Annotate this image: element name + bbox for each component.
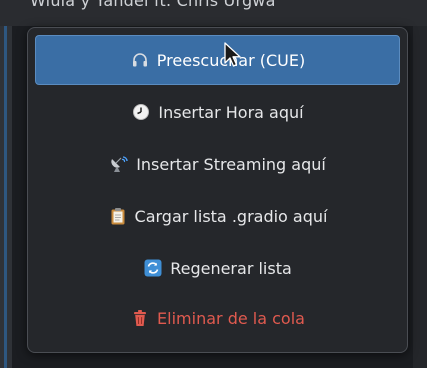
menu-item-label: Preescuchar (CUE) [156,50,306,70]
background-right-edge [413,26,427,368]
clipboard-icon [108,206,128,226]
headphones-icon [130,50,150,70]
menu-item-regenerate-list[interactable]: Regenerar lista [35,243,400,293]
menu-item-load-gradio-list[interactable]: Cargar lista .gradio aquí [35,191,400,241]
clock-icon [131,102,151,122]
refresh-icon [143,258,163,278]
menu-item-label: Eliminar de la cola [157,308,305,328]
background-window-header: Wiuia y Yandel ft. Chris Urgwa [0,0,427,26]
menu-item-label: Regenerar lista [170,258,292,278]
satellite-antenna-icon [109,154,129,174]
menu-item-insert-streaming[interactable]: Insertar Streaming aquí [35,139,400,189]
menu-item-label: Cargar lista .gradio aquí [134,206,328,226]
menu-item-insert-time[interactable]: Insertar Hora aquí [35,87,400,137]
background-left-edge [0,26,12,368]
menu-item-preview-cue[interactable]: Preescuchar (CUE) [35,35,400,85]
menu-item-label: Insertar Hora aquí [158,102,304,122]
context-menu: Preescuchar (CUE) Insertar Hora aquí Ins… [27,27,408,353]
menu-item-label: Insertar Streaming aquí [136,154,326,174]
background-song-title: Wiuia y Yandel ft. Chris Urgwa [30,0,276,10]
trash-icon [130,308,150,328]
menu-item-remove-from-queue[interactable]: Eliminar de la cola [35,293,400,343]
